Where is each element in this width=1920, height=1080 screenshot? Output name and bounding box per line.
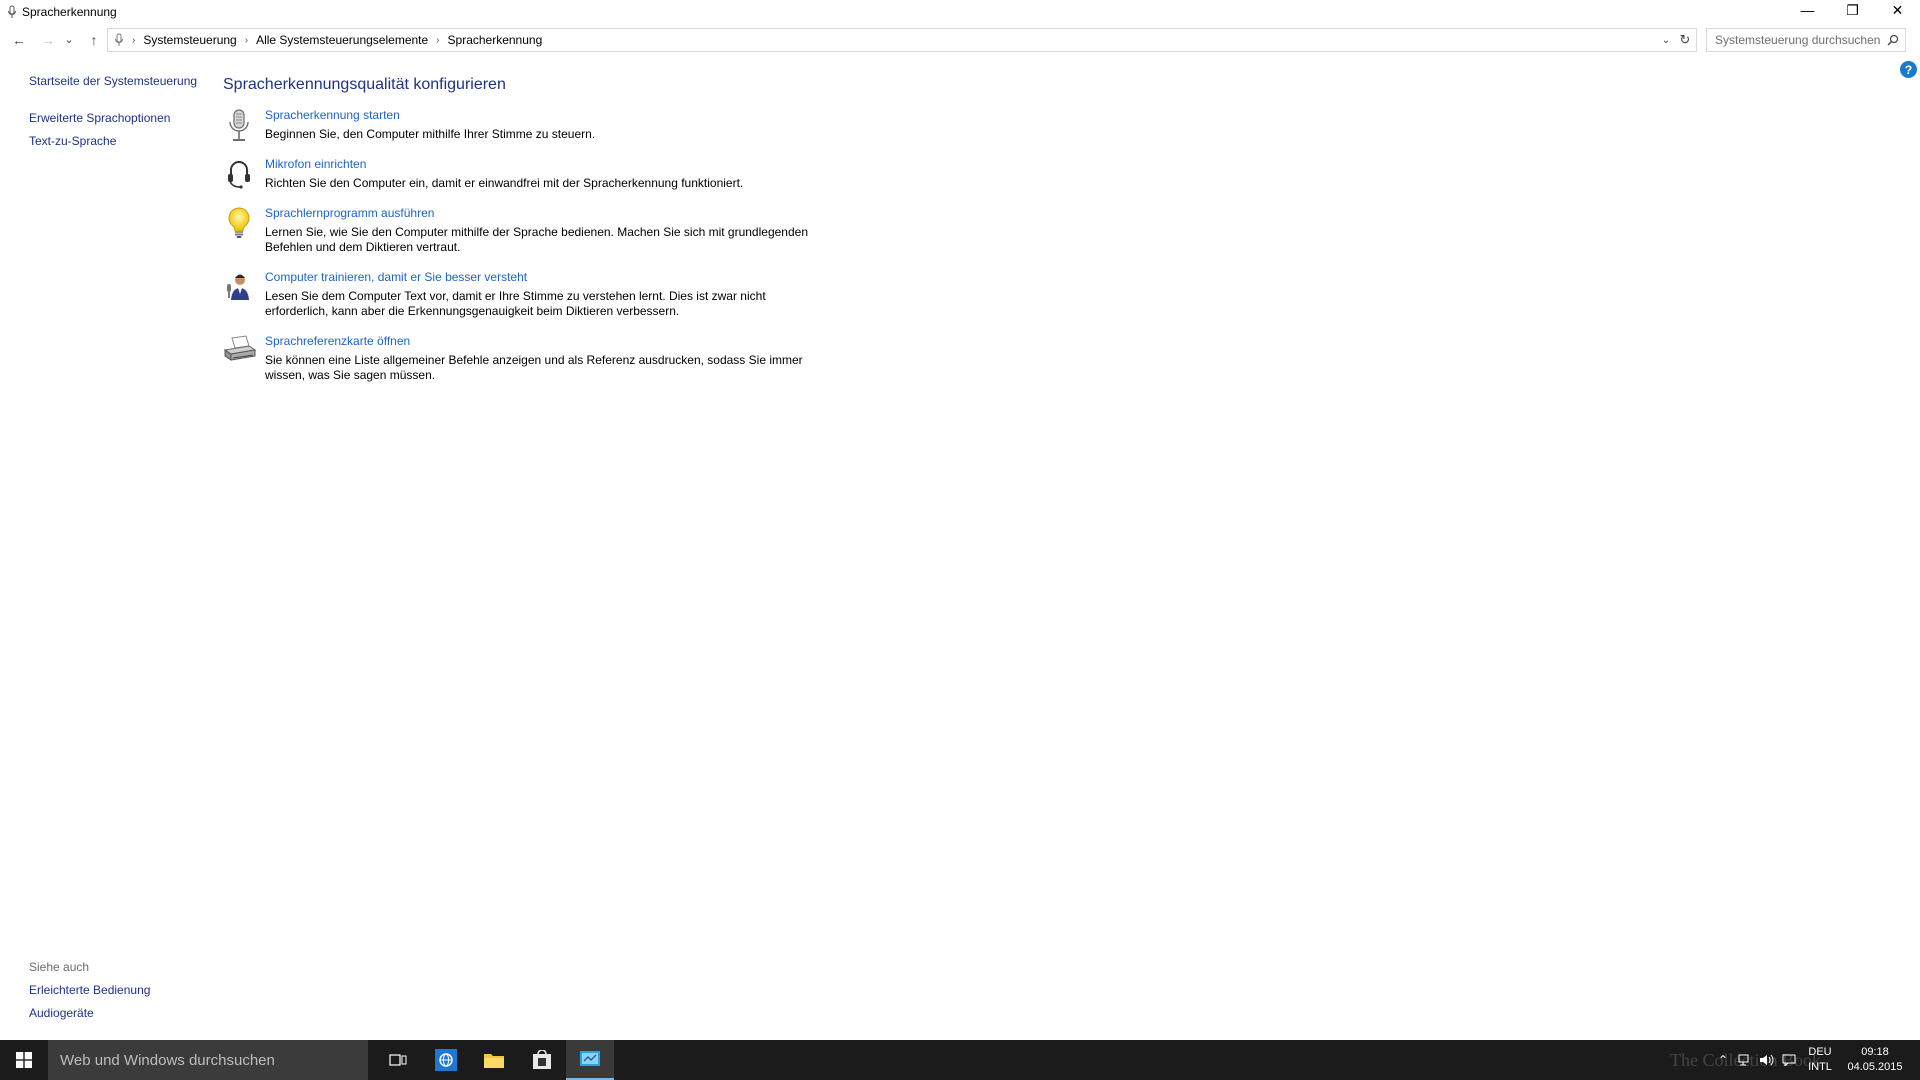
task-link[interactable]: Spracherkennung starten — [265, 108, 400, 122]
up-button[interactable]: ↑ — [83, 29, 105, 51]
task-description: Lesen Sie dem Computer Text vor, damit e… — [265, 289, 766, 318]
task-description: Lernen Sie, wie Sie den Computer mithilf… — [265, 225, 808, 254]
lightbulb-icon — [223, 206, 255, 238]
sidebar-item-text-to-speech[interactable]: Text-zu-Sprache — [29, 134, 116, 148]
search-icon[interactable] — [1885, 32, 1901, 48]
language-code: DEU — [1808, 1046, 1832, 1058]
search-box[interactable] — [1706, 28, 1906, 52]
store-icon[interactable] — [518, 1040, 566, 1080]
minimize-button[interactable]: — — [1785, 0, 1830, 20]
headset-icon — [223, 157, 255, 189]
navigation-bar: ← → ⌄ ↑ › Systemsteuerung › Alle Systems… — [0, 28, 1920, 54]
microphone-app-icon — [4, 4, 20, 20]
windows-logo-icon — [16, 1052, 32, 1068]
refresh-button[interactable]: ↻ — [1676, 31, 1694, 49]
action-center-icon[interactable] — [1778, 1040, 1800, 1080]
printer-icon — [223, 334, 257, 366]
breadcrumb-separator[interactable]: › — [241, 35, 252, 46]
task-link[interactable]: Mikrofon einrichten — [265, 157, 366, 171]
breadcrumb-systemsteuerung[interactable]: Systemsteuerung — [139, 33, 240, 47]
recent-locations-button[interactable]: ⌄ — [62, 28, 76, 50]
see-also-title: Siehe auch — [29, 960, 90, 974]
taskbar-search-box[interactable]: Web und Windows durchsuchen — [48, 1040, 368, 1080]
back-button[interactable]: ← — [8, 29, 30, 51]
task-link[interactable]: Computer trainieren, damit er Sie besser… — [265, 270, 527, 284]
address-dropdown-button[interactable]: ⌄ — [1658, 32, 1674, 48]
see-also-ease-of-access[interactable]: Erleichterte Bedienung — [29, 983, 150, 997]
breadcrumb-separator[interactable]: › — [432, 35, 443, 46]
keyboard-layout: INTL — [1808, 1061, 1832, 1073]
microphone-icon — [110, 31, 128, 49]
start-button[interactable] — [0, 1040, 48, 1080]
sidebar-item-home[interactable]: Startseite der Systemsteuerung — [29, 74, 197, 88]
breadcrumb-alle-elemente[interactable]: Alle Systemsteuerungselemente — [252, 33, 432, 47]
file-explorer-icon[interactable] — [470, 1040, 518, 1080]
sidebar-item-advanced-speech-options[interactable]: Erweiterte Sprachoptionen — [29, 111, 170, 125]
search-input[interactable] — [1713, 32, 1883, 48]
taskbar: Web und Windows durchsuchen ⌃ DEU INTL 0… — [0, 1040, 1920, 1080]
microphone-icon — [223, 108, 255, 141]
page-title: Spracherkennungsqualität konfigurieren — [223, 76, 506, 93]
breadcrumb-separator: › — [132, 34, 136, 46]
task-description: Richten Sie den Computer ein, damit er e… — [265, 176, 744, 190]
network-icon[interactable] — [1734, 1040, 1756, 1080]
help-icon[interactable]: ? — [1900, 61, 1917, 78]
clock-date: 04.05.2015 — [1847, 1061, 1903, 1073]
control-panel-icon[interactable] — [566, 1040, 614, 1080]
input-language-indicator[interactable]: DEU INTL — [1800, 1045, 1840, 1075]
restore-button[interactable]: ❐ — [1830, 0, 1875, 20]
user-speaking-icon — [223, 270, 255, 302]
show-hidden-icons-icon[interactable]: ⌃ — [1712, 1040, 1734, 1080]
address-bar[interactable]: › Systemsteuerung › Alle Systemsteuerung… — [107, 28, 1697, 52]
volume-icon[interactable] — [1756, 1040, 1778, 1080]
close-button[interactable]: ✕ — [1875, 0, 1920, 20]
task-view-icon[interactable] — [374, 1040, 422, 1080]
window-title: Spracherkennung — [22, 5, 117, 19]
breadcrumb-spracherkennung[interactable]: Spracherkennung — [444, 33, 547, 47]
see-also-audio-devices[interactable]: Audiogeräte — [29, 1006, 94, 1020]
task-description: Beginnen Sie, den Computer mithilfe Ihre… — [265, 127, 596, 141]
task-link[interactable]: Sprachlernprogramm ausführen — [265, 206, 434, 220]
title-bar: Spracherkennung — ❐ ✕ — [0, 0, 1920, 24]
clock[interactable]: 09:18 04.05.2015 — [1840, 1045, 1910, 1075]
system-tray: ⌃ DEU INTL 09:18 04.05.2015 — [1712, 1040, 1920, 1080]
browser-icon[interactable] — [422, 1040, 470, 1080]
forward-button[interactable]: → — [37, 29, 59, 51]
clock-time: 09:18 — [1861, 1046, 1889, 1058]
window-controls: — ❐ ✕ — [1785, 0, 1920, 20]
task-description: Sie können eine Liste allgemeiner Befehl… — [265, 353, 803, 382]
task-link[interactable]: Sprachreferenzkarte öffnen — [265, 334, 410, 348]
